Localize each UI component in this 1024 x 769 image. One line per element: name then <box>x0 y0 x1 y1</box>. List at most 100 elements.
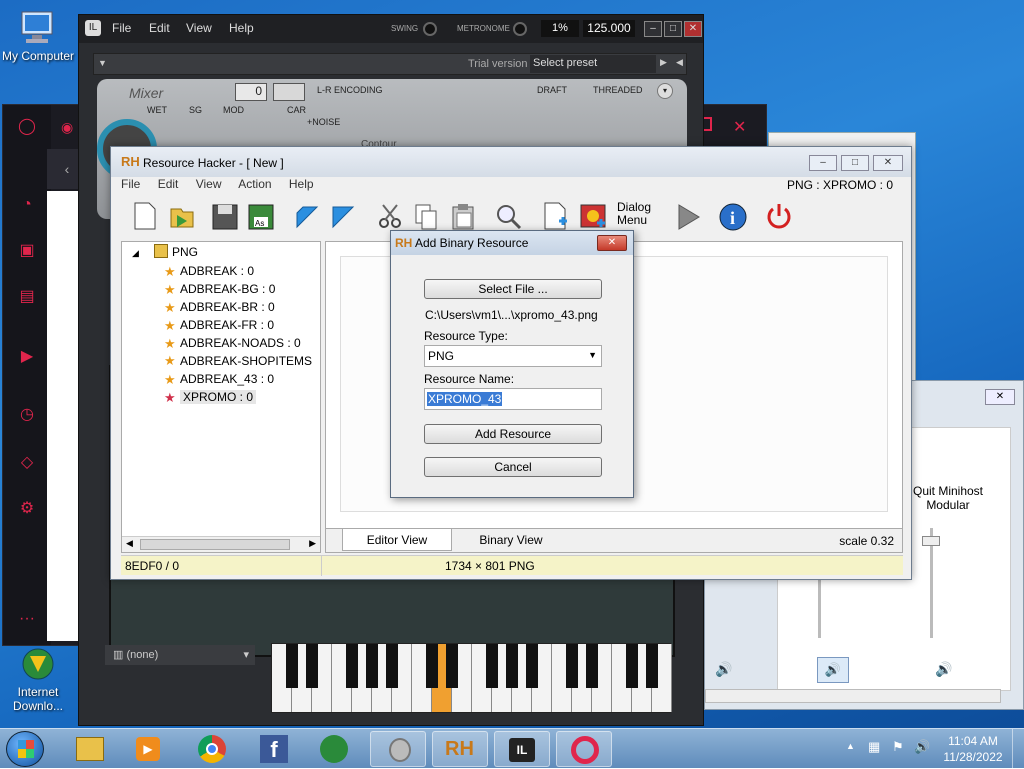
add-resource-icon[interactable] <box>539 201 569 231</box>
add-resource-button[interactable]: Add Resource <box>424 424 602 444</box>
resource-tree[interactable]: ◢ PNG ★ ADBREAK : 0 ★ ADBREAK-BG : 0 ★ ADBR… <box>121 241 321 553</box>
info-icon[interactable]: i <box>717 201 747 231</box>
preset-prev-icon[interactable]: ◀ <box>676 57 683 68</box>
save-as-icon[interactable]: As <box>245 201 275 231</box>
swing-knob[interactable] <box>423 22 437 36</box>
close-button[interactable]: ✕ <box>684 21 702 37</box>
minihost-menu-help[interactable]: Help <box>229 21 254 35</box>
resource-type-select[interactable]: PNG ▼ <box>424 345 602 367</box>
percent-display[interactable]: 1% <box>541 20 579 37</box>
draft-label[interactable]: DRAFT <box>537 85 567 95</box>
speaker-icon[interactable]: 🔊 <box>715 661 732 678</box>
tab-binary-view[interactable]: Binary View <box>456 529 566 551</box>
rh-menu-file[interactable]: File <box>121 177 140 191</box>
taskbar-explorer[interactable] <box>62 731 118 767</box>
volume-slider-thumb[interactable] <box>922 536 940 546</box>
speaker-mute-button[interactable]: 🔊 <box>817 657 849 683</box>
new-file-icon[interactable] <box>129 201 159 231</box>
rh-maximize-button[interactable]: □ <box>841 155 869 171</box>
options-dropdown-icon[interactable]: ▾ <box>657 83 673 99</box>
show-desktop-button[interactable] <box>1012 729 1024 769</box>
taskbar-speaker[interactable] <box>370 731 426 767</box>
minimize-button[interactable]: – <box>644 21 662 37</box>
tree-item-selected[interactable]: ★ XPROMO : 0 <box>164 390 257 405</box>
search-icon[interactable] <box>493 201 523 231</box>
rh-menu-action[interactable]: Action <box>238 177 271 191</box>
tree-item[interactable]: ★ ADBREAK-BR : 0 <box>164 300 275 315</box>
show-hidden-icons-icon[interactable]: ▲ <box>846 741 855 751</box>
settings-icon[interactable]: ⚙ <box>17 499 37 519</box>
export-arrow-icon[interactable] <box>327 201 357 231</box>
minihost-menu-view[interactable]: View <box>186 21 212 35</box>
close-icon[interactable]: ✕ <box>733 117 746 137</box>
cut-icon[interactable] <box>375 201 405 231</box>
taskbar-chrome[interactable] <box>184 731 240 767</box>
dialog-menu-label[interactable]: Dialog Menu <box>617 201 651 227</box>
history-icon[interactable]: ◷ <box>17 405 37 425</box>
tab-editor-view[interactable]: Editor View <box>342 529 452 551</box>
preset-next-icon[interactable]: ▶ <box>660 57 667 68</box>
import-arrow-icon[interactable] <box>291 201 321 231</box>
scroll-right-icon[interactable]: ▶ <box>309 538 316 549</box>
dialog-close-button[interactable]: ✕ <box>597 235 627 251</box>
paste-icon[interactable] <box>447 201 477 231</box>
rh-menu-edit[interactable]: Edit <box>158 177 179 191</box>
more-icon[interactable]: ··· <box>17 609 37 629</box>
preset-select[interactable]: Select preset <box>530 55 656 73</box>
minihost-menu-file[interactable]: File <box>112 21 131 35</box>
horizontal-scrollbar[interactable] <box>705 689 1001 703</box>
speaker-icon-2[interactable]: 🔊 <box>935 661 952 678</box>
network-icon[interactable]: ▦ <box>868 739 880 755</box>
action-center-icon[interactable]: ⚑ <box>892 739 904 755</box>
scroll-thumb[interactable] <box>140 539 290 550</box>
taskbar-minihost[interactable]: IL <box>494 731 550 767</box>
taskbar-media-player[interactable]: ▶ <box>120 731 176 767</box>
cancel-button[interactable]: Cancel <box>424 457 602 477</box>
volume-icon[interactable]: 🔊 <box>914 739 930 755</box>
tree-item[interactable]: ★ ADBREAK-FR : 0 <box>164 318 274 333</box>
image-resource-icon[interactable] <box>577 201 607 231</box>
volume-close-button[interactable]: ✕ <box>985 389 1015 405</box>
clock-date[interactable]: 11/28/2022 <box>940 750 1006 764</box>
taskbar-opera[interactable] <box>556 731 612 767</box>
desktop-icon-my-computer[interactable]: My Computer <box>0 10 76 63</box>
taskbar-resource-hacker[interactable]: RH <box>432 731 488 767</box>
collapse-arrow-icon[interactable]: ▼ <box>98 58 107 68</box>
rh-minimize-button[interactable]: – <box>809 155 837 171</box>
start-button[interactable] <box>6 731 44 767</box>
resource-name-input[interactable]: XPROMO_43 <box>424 388 602 410</box>
play-icon[interactable] <box>673 201 703 231</box>
lr-encoding-label[interactable]: L-R ENCODING <box>317 85 383 95</box>
taskbar-download-manager[interactable] <box>306 731 362 767</box>
clock-time[interactable]: 11:04 AM <box>940 734 1006 748</box>
tree-item[interactable]: ★ ADBREAK_43 : 0 <box>164 372 274 387</box>
tempo-display[interactable]: 125.000 <box>583 20 635 37</box>
opera-logo-icon[interactable]: ◯ <box>17 117 37 137</box>
desktop-icon-internet-download[interactable]: Internet Downlo... <box>0 646 76 713</box>
tree-expand-icon[interactable]: ◢ <box>132 248 139 259</box>
taskbar-facebook[interactable]: f <box>246 731 302 767</box>
rh-close-button[interactable]: ✕ <box>873 155 903 171</box>
tree-item[interactable]: ★ ADBREAK-NOADS : 0 <box>164 336 301 351</box>
rh-menu-help[interactable]: Help <box>289 177 314 191</box>
minihost-menu-edit[interactable]: Edit <box>149 21 170 35</box>
bag-icon[interactable]: ▣ <box>17 241 37 261</box>
scroll-left-icon[interactable]: ◀ <box>126 538 133 549</box>
cube-icon[interactable]: ◇ <box>17 453 37 473</box>
instrument-select[interactable]: ▥ (none) ▾ <box>105 645 255 665</box>
piano-keyboard[interactable] <box>271 643 672 713</box>
gamepad-icon[interactable]: ◉ <box>61 119 73 136</box>
tree-item[interactable]: ★ ADBREAK-BG : 0 <box>164 282 275 297</box>
twitch-icon[interactable]: ▤ <box>17 287 37 307</box>
metronome-knob[interactable] <box>513 22 527 36</box>
tree-item[interactable]: ★ ADBREAK : 0 <box>164 264 254 279</box>
player-icon[interactable]: ▶ <box>17 347 37 367</box>
power-icon[interactable] <box>763 201 793 231</box>
select-file-button[interactable]: Select File ... <box>424 279 602 299</box>
copy-icon[interactable] <box>411 201 441 231</box>
add-binary-resource-dialog[interactable]: RH Add Binary Resource ✕ Select File ...… <box>390 230 634 498</box>
mixer-value-input[interactable]: 0 <box>235 83 267 101</box>
save-icon[interactable] <box>209 201 239 231</box>
maximize-button[interactable]: □ <box>664 21 682 37</box>
tree-horizontal-scrollbar[interactable]: ◀ ▶ <box>122 536 320 552</box>
